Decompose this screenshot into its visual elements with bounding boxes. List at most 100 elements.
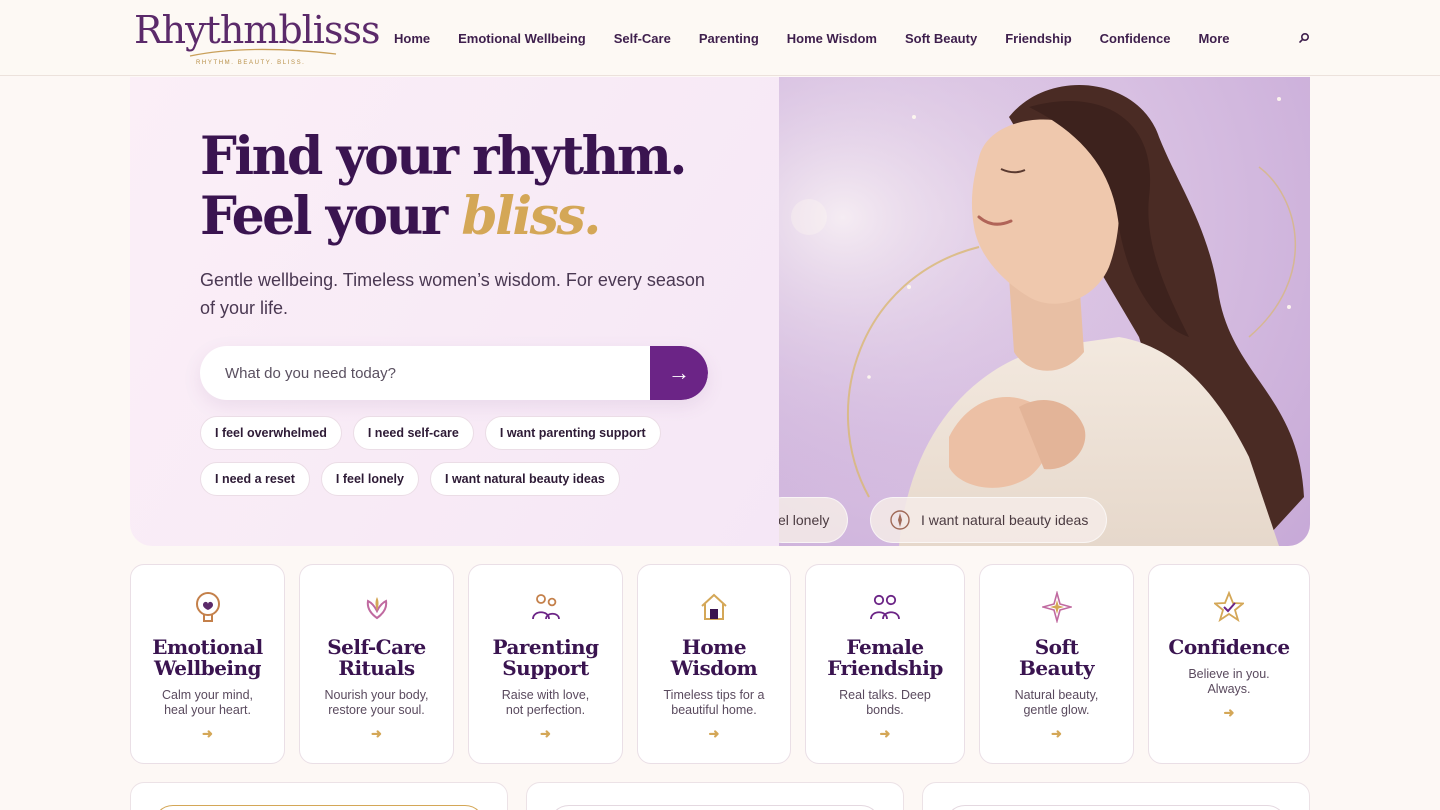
nav-item-more[interactable]: More (1198, 31, 1229, 46)
hero-title-line1: Find your rhythm. (200, 126, 688, 187)
hero-search-box: → (200, 346, 708, 400)
feature-card-banner (945, 805, 1287, 810)
card-desc-line: restore your soul. (328, 703, 425, 717)
card-female-friendship[interactable]: Female Friendship Real talks. Deep bonds… (805, 564, 965, 764)
arrow-right-icon: ➜ (1223, 705, 1235, 720)
card-desc-line: heal your heart. (164, 703, 251, 717)
card-title: Soft Beauty (980, 637, 1133, 679)
nav-item-parenting[interactable]: Parenting (699, 31, 759, 46)
card-title-line: Confidence (1168, 635, 1290, 659)
card-title: Confidence (1149, 637, 1309, 658)
star-check-icon (1214, 591, 1244, 623)
house-icon (701, 593, 727, 620)
nav-item-friendship[interactable]: Friendship (1005, 31, 1071, 46)
photo-chip-feel-lonely: el lonely (779, 497, 849, 543)
card-desc-line: Real talks. Deep (839, 688, 931, 702)
card-desc-line: Nourish your body, (324, 688, 429, 702)
card-title: Female Friendship (806, 637, 964, 679)
card-desc-line: Raise with love, (501, 688, 590, 702)
logo-tagline: RHYTHM. BEAUTY. BLISS. (196, 60, 306, 66)
card-description: Real talks. Deep bonds. (814, 688, 956, 718)
hero-image: el lonely I want natural beauty ideas (779, 77, 1310, 546)
category-cards: Emotional Wellbeing Calm your mind, heal… (130, 564, 1310, 764)
arrow-right-icon: ➜ (708, 726, 720, 741)
chip-feel-lonely[interactable]: I feel lonely (320, 462, 419, 496)
arrow-right-icon: ➜ (371, 726, 382, 741)
logo-swoosh-icon (189, 48, 337, 57)
card-description: Timeless tips for a beautiful home. (646, 688, 782, 718)
card-home-wisdom[interactable]: Home Wisdom Timeless tips for a beautifu… (637, 564, 791, 764)
arrow-right-icon: ➜ (202, 726, 213, 741)
hero-search-submit-button[interactable]: → (650, 346, 708, 400)
hero-search-input[interactable] (200, 346, 650, 400)
card-parenting-support[interactable]: Parenting Support Raise with love, not p… (468, 564, 623, 764)
nav-item-self-care[interactable]: Self-Care (614, 31, 671, 46)
card-soft-beauty[interactable]: Soft Beauty Natural beauty, gentle glow.… (979, 564, 1134, 764)
feature-card[interactable] (130, 782, 508, 810)
card-title-line: Wisdom (670, 656, 758, 680)
card-description: Nourish your body, restore your soul. (308, 688, 445, 718)
card-title-line: Wellbeing (153, 656, 262, 680)
photo-chip-label: I want natural beauty ideas (921, 512, 1089, 528)
search-icon[interactable] (1297, 31, 1311, 45)
nav-item-emotional-wellbeing[interactable]: Emotional Wellbeing (458, 31, 586, 46)
chip-feel-overwhelmed[interactable]: I feel overwhelmed (200, 416, 342, 450)
arrow-right-icon: → (668, 360, 690, 385)
feature-card-banner (153, 805, 485, 810)
arrow-right-icon: ➜ (879, 726, 891, 741)
card-title: Home Wisdom (638, 637, 790, 679)
card-title-line: Beauty (1019, 656, 1095, 680)
card-description: Natural beauty, gentle glow. (988, 688, 1125, 718)
card-self-care-rituals[interactable]: Self-Care Rituals Nourish your body, res… (299, 564, 454, 764)
nav-item-confidence[interactable]: Confidence (1100, 31, 1171, 46)
heart-mind-icon (195, 592, 220, 622)
arrow-right-icon: ➜ (540, 726, 551, 741)
card-title: Self-Care Rituals (300, 637, 453, 679)
chip-need-self-care[interactable]: I need self-care (352, 416, 474, 450)
suggestion-chips: I feel overwhelmed I need self-care I wa… (200, 416, 720, 508)
card-desc-line: Natural beauty, (1014, 688, 1099, 702)
card-desc-line: gentle glow. (1023, 703, 1090, 717)
chip-row: I need a reset I feel lonely I want natu… (200, 462, 720, 496)
feature-card-banner (549, 805, 881, 810)
sparkle-icon (1041, 591, 1072, 623)
woman-portrait-illustration (779, 77, 1310, 546)
friends-icon (870, 594, 900, 620)
nav-item-home-wisdom[interactable]: Home Wisdom (787, 31, 877, 46)
hero-title: Find your rhythm. Feel your bliss. (200, 126, 688, 247)
feature-card[interactable] (922, 782, 1310, 810)
family-icon (531, 594, 560, 620)
card-description: Calm your mind, heal your heart. (139, 688, 276, 718)
card-title: Parenting Support (469, 637, 622, 679)
site-header: Rhythmblisss RHYTHM. BEAUTY. BLISS. Home… (0, 0, 1440, 76)
chip-parenting-support[interactable]: I want parenting support (484, 416, 661, 450)
card-desc-line: Always. (1207, 682, 1251, 696)
chip-need-reset[interactable]: I need a reset (200, 462, 310, 496)
hero-section: Find your rhythm. Feel your bliss. Gentl… (130, 77, 1310, 546)
nav-item-home[interactable]: Home (394, 31, 430, 46)
site-logo[interactable]: Rhythmblisss RHYTHM. BEAUTY. BLISS. (134, 6, 380, 70)
card-confidence[interactable]: Confidence Believe in you. Always. ➜ (1148, 564, 1310, 764)
hero-subtitle: Gentle wellbeing. Timeless women’s wisdo… (200, 270, 705, 318)
card-desc-line: Believe in you. (1188, 667, 1270, 681)
arrow-right-icon: ➜ (1051, 726, 1062, 741)
nav-item-soft-beauty[interactable]: Soft Beauty (905, 31, 977, 46)
lotus-icon (366, 597, 387, 620)
card-desc-line: Timeless tips for a (663, 688, 765, 702)
card-desc-line: bonds. (866, 703, 904, 717)
main-nav: Home Emotional Wellbeing Self-Care Paren… (380, 0, 1244, 76)
card-desc-line: not perfection. (505, 703, 586, 717)
card-desc-line: Calm your mind, (162, 688, 253, 702)
hero-content: Find your rhythm. Feel your bliss. Gentl… (130, 77, 779, 546)
card-emotional-wellbeing[interactable]: Emotional Wellbeing Calm your mind, heal… (130, 564, 285, 764)
hero-title-accent: bliss. (461, 186, 601, 247)
card-title-line: Support (502, 656, 589, 680)
chip-row: I feel overwhelmed I need self-care I wa… (200, 416, 720, 450)
chip-natural-beauty-ideas[interactable]: I want natural beauty ideas (430, 462, 620, 496)
compass-icon (890, 510, 910, 530)
photo-chip-natural-beauty: I want natural beauty ideas (870, 497, 1108, 543)
feature-card[interactable] (526, 782, 904, 810)
card-title-line: Rituals (338, 656, 415, 680)
card-description: Raise with love, not perfection. (477, 688, 614, 718)
hero-title-line2-prefix: Feel your (200, 186, 462, 247)
